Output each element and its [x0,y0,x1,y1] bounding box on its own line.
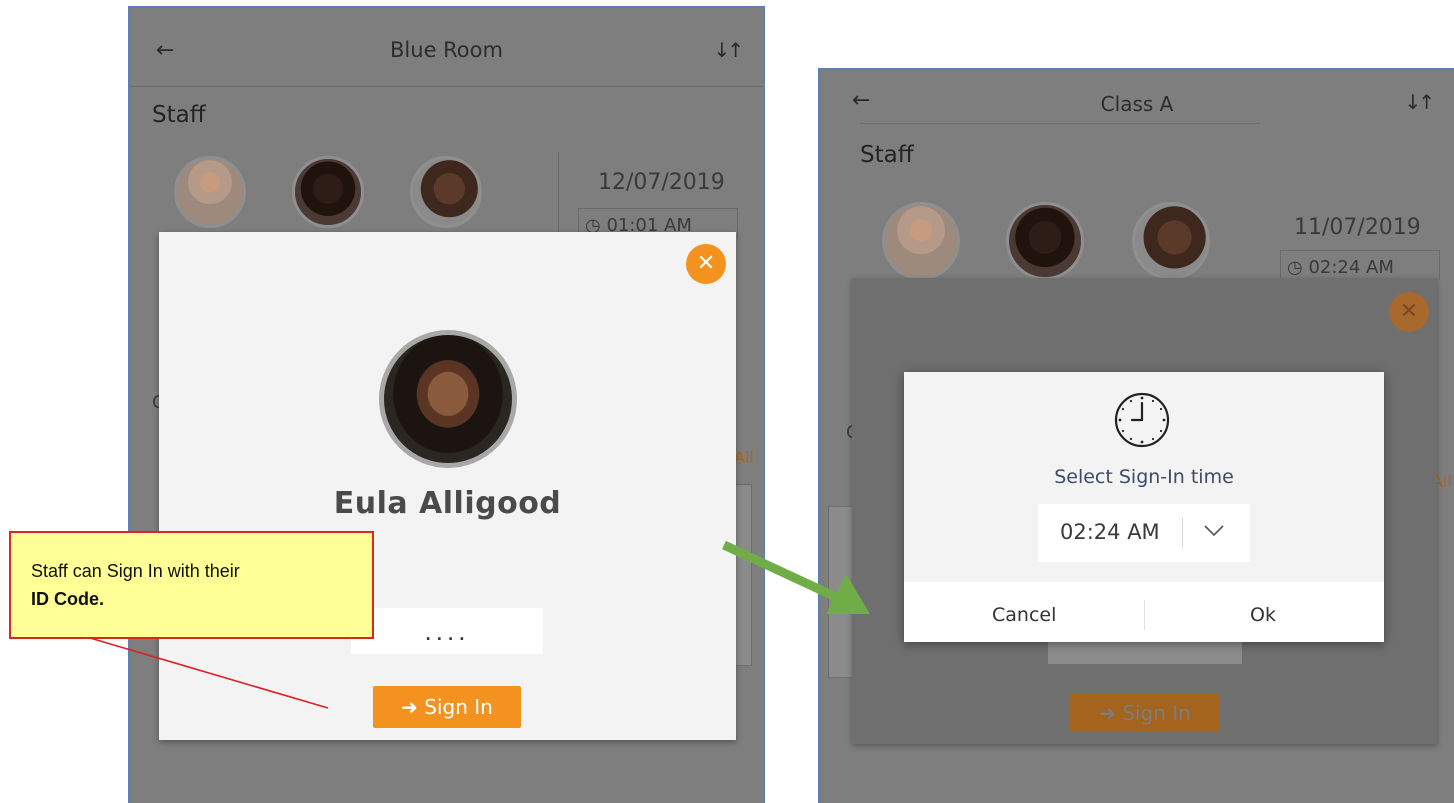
callout-bold-text: ID Code. [31,589,105,609]
date-display: 12/07/2019 [598,170,725,195]
sign-in-modal: ✕ Eula Alligood ➜ Sign In [159,232,736,740]
room-title: Blue Room [390,38,503,62]
sign-in-icon: ➜ [401,695,418,719]
time-value: 02:24 AM [1308,257,1394,278]
picker-title: Select Sign-In time [1054,466,1234,488]
callout-text: Staff can Sign In with their [31,561,240,581]
sign-in-button[interactable]: ➜ Sign In [373,686,521,728]
staff-avatar[interactable] [174,156,246,228]
sign-in-label: Sign In [1122,701,1191,725]
left-screen: ← Blue Room ↓↑ Staff 12/07/2019 ◷ 01:01 … [128,6,765,803]
staff-avatar[interactable] [292,156,364,228]
close-icon[interactable]: ✕ [1389,292,1429,332]
id-code-input[interactable] [351,608,543,654]
time-picker-dialog: Select Sign-In time 02:24 AM Cancel Ok [904,372,1384,642]
sort-icon[interactable]: ↓↑ [713,38,743,62]
annotation-callout: Staff can Sign In with their ID Code. [9,531,374,639]
date-display: 11/07/2019 [1294,215,1421,240]
divider [1182,518,1183,548]
sign-in-label: Sign In [424,695,493,719]
staff-name: Eula Alligood [333,486,562,521]
staff-avatar[interactable] [410,156,482,228]
staff-avatar[interactable] [1132,202,1210,280]
staff-avatar[interactable] [1006,202,1084,280]
chevron-down-icon[interactable] [1202,518,1226,542]
ok-button[interactable]: Ok [1250,604,1276,626]
divider [860,123,1260,124]
time-select[interactable]: 02:24 AM [1038,504,1250,562]
sign-in-icon: ➜ [1099,701,1116,725]
close-icon[interactable]: ✕ [686,244,726,284]
divider [1144,600,1145,630]
clock-icon [1114,392,1170,448]
sort-icon[interactable]: ↓↑ [1404,90,1434,114]
cancel-button[interactable]: Cancel [992,604,1056,626]
staff-heading: Staff [860,142,914,168]
picker-body: Select Sign-In time 02:24 AM [904,372,1384,582]
picker-actions: Cancel Ok [904,582,1384,642]
staff-avatar[interactable] [882,202,960,280]
staff-photo [379,330,517,468]
right-screen: ← Class A ↓↑ Staff 11/07/2019 ◷ 02:24 AM… [818,68,1454,803]
time-field[interactable]: ◷ 02:24 AM [1280,250,1440,280]
staff-heading: Staff [152,102,206,128]
background-card [828,506,854,678]
select-all-link[interactable]: All [734,448,754,467]
class-title: Class A [1100,92,1174,116]
sign-in-button[interactable]: ➜ Sign In [1070,694,1220,732]
top-bar: ← Blue Room ↓↑ [130,8,763,87]
selected-time: 02:24 AM [1060,520,1160,544]
top-bar: ← Class A ↓↑ [820,70,1454,122]
